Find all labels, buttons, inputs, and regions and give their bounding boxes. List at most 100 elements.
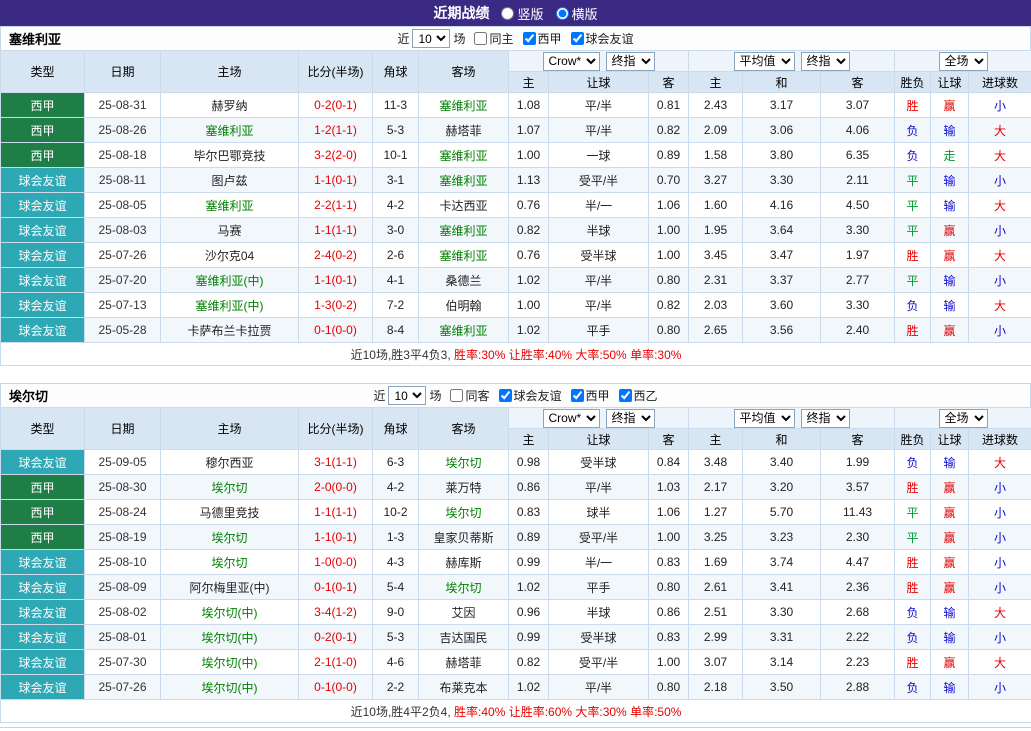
col-asian-away: 客 xyxy=(649,429,689,450)
col-handicap-result: 让球 xyxy=(931,429,969,450)
friendly-checkbox[interactable] xyxy=(499,389,512,402)
asian-home-odds: 1.02 xyxy=(509,318,549,343)
league-badge: 球会友谊 xyxy=(1,218,85,243)
avg-draw-odds: 3.17 xyxy=(743,93,821,118)
match-count-select[interactable]: 10 xyxy=(388,386,426,405)
score-cell: 1-1(0-1) xyxy=(299,525,373,550)
laliga-checkbox[interactable] xyxy=(571,389,584,402)
same-venue-checkbox[interactable] xyxy=(474,32,487,45)
scope-select[interactable]: 全场 xyxy=(939,52,988,71)
friendly-checkbox[interactable] xyxy=(571,32,584,45)
goals-result: 小 xyxy=(969,268,1031,293)
avg-draw-odds: 3.80 xyxy=(743,143,821,168)
match-result: 平 xyxy=(895,500,931,525)
avg-draw-odds: 3.06 xyxy=(743,118,821,143)
filter-friendly[interactable]: 球会友谊 xyxy=(499,387,562,404)
league-badge: 球会友谊 xyxy=(1,293,85,318)
away-team-cell: 莱万特 xyxy=(419,475,509,500)
same-venue-checkbox[interactable] xyxy=(450,389,463,402)
match-result: 平 xyxy=(895,218,931,243)
asian-home-odds: 0.82 xyxy=(509,218,549,243)
asian-away-odds: 1.00 xyxy=(649,218,689,243)
horizontal-radio[interactable] xyxy=(556,7,569,20)
scope-select[interactable]: 全场 xyxy=(939,409,988,428)
match-count-select[interactable]: 10 xyxy=(412,29,450,48)
avg-away-odds: 2.36 xyxy=(821,575,895,600)
date-cell: 25-08-19 xyxy=(85,525,161,550)
asian-away-odds: 0.82 xyxy=(649,293,689,318)
home-team-cell: 卡萨布兰卡拉贾 xyxy=(161,318,299,343)
avg-away-odds: 1.99 xyxy=(821,450,895,475)
euro-odds-select[interactable]: 平均值 xyxy=(734,52,795,71)
asian-time-select[interactable]: 终指 xyxy=(606,409,655,428)
filter-friendly[interactable]: 球会友谊 xyxy=(571,30,634,47)
laliga2-checkbox[interactable] xyxy=(619,389,632,402)
match-result: 胜 xyxy=(895,650,931,675)
table-row: 西甲25-08-24马德里竞技1-1(1-1)10-2埃尔切0.83球半1.06… xyxy=(1,500,1031,525)
home-team-cell: 阿尔梅里亚(中) xyxy=(161,575,299,600)
home-team-cell: 埃尔切(中) xyxy=(161,600,299,625)
team-name: 塞维利亚 xyxy=(9,29,61,48)
col-avg-draw: 和 xyxy=(743,429,821,450)
date-cell: 25-08-30 xyxy=(85,475,161,500)
col-avg-away: 客 xyxy=(821,429,895,450)
bookmaker-select[interactable]: Crow* xyxy=(543,52,600,71)
asian-home-odds: 0.82 xyxy=(509,650,549,675)
table-row: 球会友谊25-07-26埃尔切(中)0-1(0-0)2-2布莱克本1.02平/半… xyxy=(1,675,1031,700)
euro-time-select[interactable]: 终指 xyxy=(801,409,850,428)
summary-record: 近10场,胜4平2负4, xyxy=(351,705,451,719)
asian-home-odds: 0.96 xyxy=(509,600,549,625)
vertical-radio[interactable] xyxy=(501,7,514,20)
date-cell: 25-07-26 xyxy=(85,243,161,268)
asian-time-select[interactable]: 终指 xyxy=(606,52,655,71)
date-cell: 25-08-10 xyxy=(85,550,161,575)
avg-draw-odds: 3.37 xyxy=(743,268,821,293)
score-cell: 1-1(1-1) xyxy=(299,500,373,525)
league-badge: 球会友谊 xyxy=(1,550,85,575)
score-cell: 3-2(2-0) xyxy=(299,143,373,168)
euro-odds-group: 平均值 终指 xyxy=(689,408,895,429)
handicap-result: 输 xyxy=(931,193,969,218)
table-row: 球会友谊25-08-09阿尔梅里亚(中)0-1(0-1)5-4埃尔切1.02平手… xyxy=(1,575,1031,600)
euro-odds-select[interactable]: 平均值 xyxy=(734,409,795,428)
handicap-result: 赢 xyxy=(931,243,969,268)
score-cell: 3-4(1-2) xyxy=(299,600,373,625)
laliga-checkbox[interactable] xyxy=(523,32,536,45)
corners-cell: 4-6 xyxy=(373,650,419,675)
date-cell: 25-07-13 xyxy=(85,293,161,318)
col-handicap-result: 让球 xyxy=(931,72,969,93)
filter-same-venue[interactable]: 同客 xyxy=(450,387,489,404)
corners-cell: 10-1 xyxy=(373,143,419,168)
asian-away-odds: 0.80 xyxy=(649,675,689,700)
handicap-line: 平/半 xyxy=(549,293,649,318)
avg-home-odds: 1.69 xyxy=(689,550,743,575)
away-team-cell: 卡达西亚 xyxy=(419,193,509,218)
col-avg-draw: 和 xyxy=(743,72,821,93)
horizontal-radio-label: 横版 xyxy=(572,4,598,23)
layout-option-horizontal[interactable]: 横版 xyxy=(556,4,598,23)
corners-cell: 5-3 xyxy=(373,118,419,143)
avg-draw-odds: 3.56 xyxy=(743,318,821,343)
filter-laliga2[interactable]: 西乙 xyxy=(619,387,658,404)
asian-home-odds: 0.98 xyxy=(509,450,549,475)
match-result: 负 xyxy=(895,118,931,143)
filter-laliga[interactable]: 西甲 xyxy=(523,30,562,47)
handicap-line: 平/半 xyxy=(549,475,649,500)
layout-option-vertical[interactable]: 竖版 xyxy=(501,4,543,23)
score-cell: 2-2(1-1) xyxy=(299,193,373,218)
bookmaker-select[interactable]: Crow* xyxy=(543,409,600,428)
filter-laliga[interactable]: 西甲 xyxy=(571,387,610,404)
away-team-cell: 皇家贝蒂斯 xyxy=(419,525,509,550)
asian-home-odds: 1.08 xyxy=(509,93,549,118)
euro-time-select[interactable]: 终指 xyxy=(801,52,850,71)
match-result: 平 xyxy=(895,525,931,550)
league-badge: 球会友谊 xyxy=(1,268,85,293)
asian-away-odds: 0.84 xyxy=(649,450,689,475)
score-cell: 0-2(0-1) xyxy=(299,93,373,118)
filter-same-venue[interactable]: 同主 xyxy=(474,30,513,47)
asian-away-odds: 0.83 xyxy=(649,625,689,650)
handicap-line: 半/一 xyxy=(549,193,649,218)
table-row: 球会友谊25-08-11图卢兹1-1(0-1)3-1塞维利亚1.13受平/半0.… xyxy=(1,168,1031,193)
avg-draw-odds: 3.30 xyxy=(743,600,821,625)
score-cell: 1-1(0-1) xyxy=(299,268,373,293)
